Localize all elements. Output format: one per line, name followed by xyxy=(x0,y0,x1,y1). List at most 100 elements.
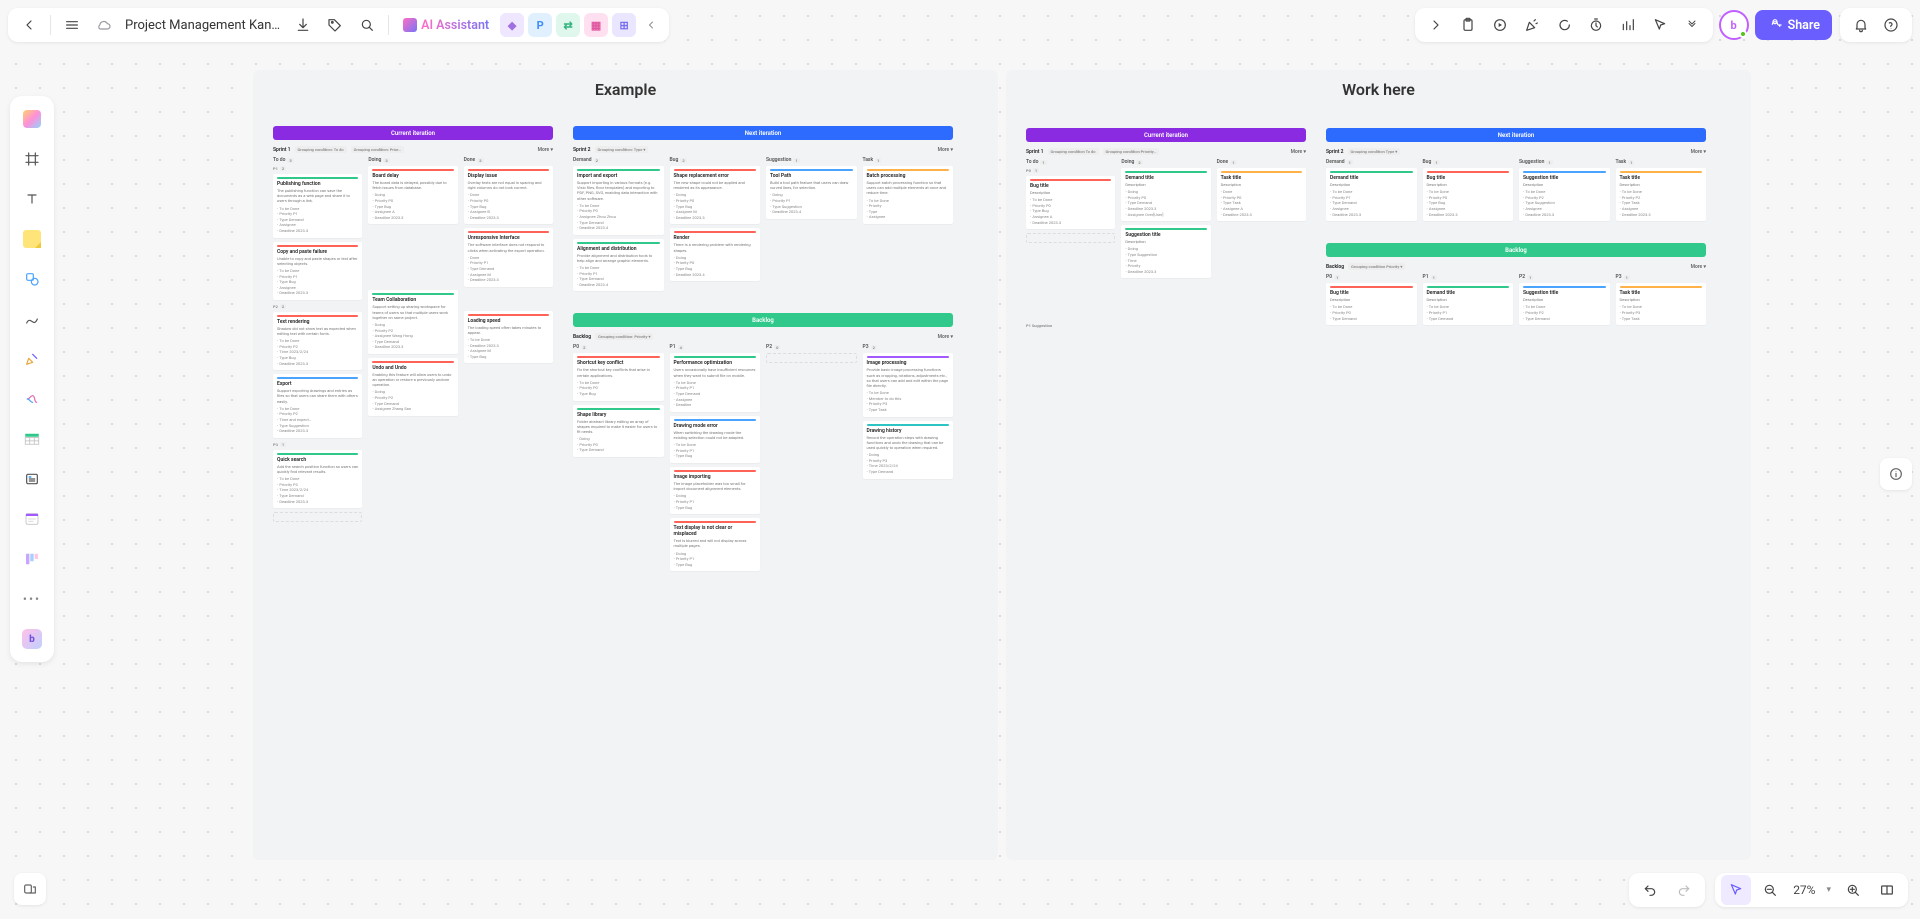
card[interactable]: Copy and paste failureUnable to copy and… xyxy=(273,242,362,300)
col-suggestion[interactable]: Suggestion1 Suggestion titleDescriptionT… xyxy=(1519,159,1610,225)
work-next-iteration[interactable]: Next iteration Sprint 2 Grouping conditi… xyxy=(1326,128,1706,329)
card[interactable]: Task titleDescriptionTo be DonePriority … xyxy=(1616,168,1707,221)
col-done[interactable]: Done3 Display issueOverlay texts are not… xyxy=(464,157,553,522)
card[interactable]: Loading speedThe loading speed often tak… xyxy=(464,311,553,364)
card[interactable]: Board delayThe board data is delayed, po… xyxy=(368,166,457,224)
current-iteration-header: Current iteration xyxy=(273,126,553,140)
sub-p2-label: P2 xyxy=(273,304,278,309)
work-sprint2-header[interactable]: Sprint 2 Grouping condition Type ▾ More … xyxy=(1326,148,1706,155)
card[interactable]: Image processingProvide basic image proc… xyxy=(863,353,954,416)
work-sprint1-more[interactable]: More ▾ xyxy=(1291,149,1306,155)
card[interactable]: RenderThere is a rendering problem with … xyxy=(670,228,761,281)
col-bug[interactable]: Bug1 Bug titleDescriptionTo be DonePrior… xyxy=(1423,159,1514,225)
card[interactable]: ExportSupport exporting drawings and ent… xyxy=(273,374,362,438)
card[interactable]: Bug titleDescriptionTo be DonePriority P… xyxy=(1423,168,1514,221)
col-p1[interactable]: P14 Performance optimizationUsers occasi… xyxy=(670,344,761,575)
col-demand[interactable]: Demand2 Import and exportSupport importi… xyxy=(573,157,664,295)
card-meta-line: Deadline 2023.3 xyxy=(372,344,453,350)
sprint1-header[interactable]: Sprint 1 Grouping condition: To do Group… xyxy=(273,146,553,153)
col-suggestion[interactable]: Suggestion1 Tool PathBuild a tool path f… xyxy=(766,157,857,295)
backlog-tag1[interactable]: Grouping condition: Priority ▾ xyxy=(595,333,653,340)
card[interactable]: Bug titleDescriptionTo be DonePriority P… xyxy=(1326,283,1417,325)
card[interactable]: Shortcut key conflictFix the shortcut ke… xyxy=(573,353,664,400)
card[interactable]: Text display is not clear or misplacedTe… xyxy=(670,518,761,571)
card-meta-line: Deadline 2023.3 xyxy=(1330,212,1413,218)
card[interactable]: Demand titleDescriptionTo be DonePriorit… xyxy=(1326,168,1417,221)
frame-example[interactable]: Example Current iteration Sprint 1 Group… xyxy=(253,70,998,860)
card[interactable]: Alignment and distributionProvide alignm… xyxy=(573,239,664,292)
col-p0[interactable]: P02 Shortcut key conflictFix the shortcu… xyxy=(573,344,664,575)
add-card[interactable] xyxy=(273,512,362,522)
card-desc: Description xyxy=(1523,297,1606,302)
col-p2[interactable]: P20 xyxy=(766,344,857,575)
work-backlog-tag1[interactable]: Grouping condition Priority ▾ xyxy=(1348,263,1405,270)
col-p0[interactable]: P01 Bug titleDescriptionTo be DonePriori… xyxy=(1326,274,1417,329)
sprint1-more[interactable]: More ▾ xyxy=(538,147,553,153)
card-title: Export xyxy=(277,381,358,387)
card[interactable]: Display issueOverlay texts are not equal… xyxy=(464,166,553,224)
card[interactable]: Suggestion titleDescriptionTo be DonePri… xyxy=(1519,283,1610,325)
col-p3[interactable]: P32 Image processingProvide basic image … xyxy=(863,344,954,575)
col-doing[interactable]: Doing3 Board delayThe board data is dela… xyxy=(368,157,457,522)
card[interactable]: Demand titleDescriptionDoingPriority P0T… xyxy=(1121,168,1210,221)
col-demand[interactable]: Demand1 Demand titleDescriptionTo be Don… xyxy=(1326,159,1417,225)
card[interactable]: Shape libraryFolder abstract library edi… xyxy=(573,405,664,457)
col-p1[interactable]: P11 Demand titleDescriptionTo be DonePri… xyxy=(1423,274,1514,329)
work-current-iteration[interactable]: Current iteration Sprint 1 Grouping cond… xyxy=(1026,128,1306,331)
card[interactable]: Team CollaborationSupport setting up sha… xyxy=(368,290,457,354)
card[interactable]: Demand titleDescriptionTo be DonePriorit… xyxy=(1423,283,1514,325)
work-sprint2-more[interactable]: More ▾ xyxy=(1691,149,1706,155)
col-p2[interactable]: P21 Suggestion titleDescriptionTo be Don… xyxy=(1519,274,1610,329)
example-next-iteration[interactable]: Next iteration Sprint 2 Grouping conditi… xyxy=(573,126,953,575)
col-p3[interactable]: P31 Task titleDescriptionTo be DonePrior… xyxy=(1616,274,1707,329)
backlog-row[interactable]: Backlog Grouping condition: Priority ▾ M… xyxy=(573,333,953,340)
card-meta: To be DonePriority P0Assignee Zhou ZhouT… xyxy=(577,203,660,231)
frame-work[interactable]: Work here Current iteration Sprint 1 Gro… xyxy=(1006,70,1751,860)
card-meta-line: Type Bug xyxy=(674,505,757,511)
work-backlog-row[interactable]: Backlog Grouping condition Priority ▾ Mo… xyxy=(1326,263,1706,270)
work-sprint1-tag2[interactable]: Grouping condition Priority… xyxy=(1103,148,1160,155)
sprint2-more[interactable]: More ▾ xyxy=(938,147,953,153)
col-task[interactable]: Task1 Task titleDescriptionTo be DonePri… xyxy=(1616,159,1707,225)
card[interactable]: Publishing functionThe publishing functi… xyxy=(273,174,362,238)
card[interactable]: Image importingThe image placeholder was… xyxy=(670,467,761,514)
col-bug[interactable]: Bug2 Shape replacement errorThe new shap… xyxy=(670,157,761,295)
card[interactable]: Drawing mode errorWhen switching the dra… xyxy=(670,416,761,463)
work-sprint1-tag1[interactable]: Grouping condition To do xyxy=(1048,148,1099,155)
card-desc: Description xyxy=(1330,297,1413,302)
col-done[interactable]: Done1 Task titleDescriptionDonePriority … xyxy=(1217,159,1306,331)
card[interactable]: Unresponsive InterfaceThe software inter… xyxy=(464,228,553,286)
work-sprint2-tag1[interactable]: Grouping condition Type ▾ xyxy=(1348,148,1401,155)
add-card[interactable] xyxy=(1026,233,1115,243)
add-card[interactable] xyxy=(766,353,857,363)
sprint2-header[interactable]: Sprint 2 Grouping condition: Type ▾ More… xyxy=(573,146,953,153)
card[interactable]: Undo and UndoEnabling this feature will … xyxy=(368,358,457,416)
backlog-more[interactable]: More ▾ xyxy=(938,334,953,340)
col-todo[interactable]: To do5 P12 Publishing functionThe publis… xyxy=(273,157,362,522)
card[interactable]: Text renderingShadow did not show text a… xyxy=(273,312,362,370)
card[interactable]: Tool PathBuild a tool path feature that … xyxy=(766,166,857,219)
canvas[interactable]: Example Current iteration Sprint 1 Group… xyxy=(0,0,1920,919)
work-sprint1-header[interactable]: Sprint 1 Grouping condition To do Groupi… xyxy=(1026,148,1306,155)
sprint1-tag1[interactable]: Grouping condition: To do xyxy=(295,146,347,153)
card[interactable]: Drawing historyRecord the operation step… xyxy=(863,421,954,479)
card-desc: Users occasionally have insufficient res… xyxy=(674,367,757,377)
work-backlog-more[interactable]: More ▾ xyxy=(1691,264,1706,270)
card[interactable]: Import and exportSupport importing in va… xyxy=(573,166,664,235)
col-doing[interactable]: Doing2 Demand titleDescriptionDoingPrior… xyxy=(1121,159,1210,331)
col-todo[interactable]: To do1 P01 Bug titleDescriptionTo be Don… xyxy=(1026,159,1115,331)
card[interactable]: Suggestion titleDescriptionTo be DonePri… xyxy=(1519,168,1610,221)
card[interactable]: Quick searchAdd the search position func… xyxy=(273,450,362,508)
col-task[interactable]: Task1 Batch processingSupport batch proc… xyxy=(863,157,954,295)
card[interactable]: Suggestion titleDescriptionDoingType Sug… xyxy=(1121,225,1210,278)
card[interactable]: Performance optimizationUsers occasional… xyxy=(670,353,761,411)
sprint2-tag1[interactable]: Grouping condition: Type ▾ xyxy=(595,146,649,153)
card-desc: Description xyxy=(1125,239,1206,244)
card[interactable]: Bug titleDescriptionTo be DonePriority P… xyxy=(1026,176,1115,229)
card[interactable]: Shape replacement errorThe new shape cou… xyxy=(670,166,761,224)
card[interactable]: Batch processingSupport batch processing… xyxy=(863,166,954,224)
card[interactable]: Task titleDescriptionTo be DonePriority … xyxy=(1616,283,1707,325)
card[interactable]: Task titleDescriptionDonePriority P0Type… xyxy=(1217,168,1306,221)
sprint1-tag2[interactable]: Grouping condition: Prior… xyxy=(351,146,405,153)
example-current-iteration[interactable]: Current iteration Sprint 1 Grouping cond… xyxy=(273,126,553,522)
